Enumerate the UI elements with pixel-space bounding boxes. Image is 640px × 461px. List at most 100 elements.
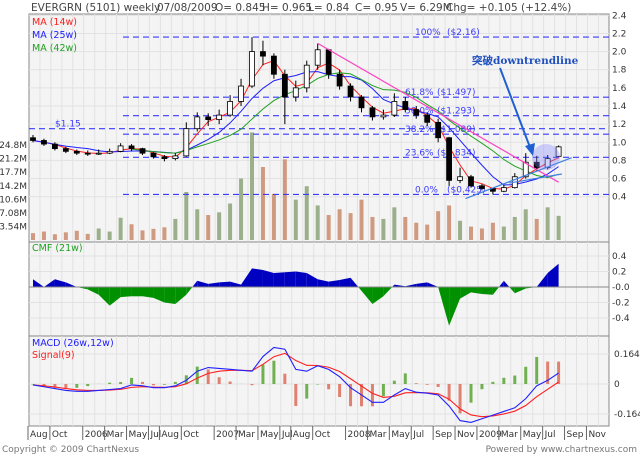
macd-histogram-bar (557, 362, 560, 384)
volume-bar (381, 219, 385, 240)
x-label: May (129, 430, 148, 440)
breakout-highlight (532, 144, 560, 170)
candle-body (425, 115, 430, 122)
candle-body (260, 52, 265, 57)
volume-tick: 7.08M (0, 209, 27, 219)
candle-body (239, 86, 244, 101)
fib-label: 23.6% (405, 148, 434, 158)
macd-histogram-bar (174, 382, 177, 384)
candle-body (359, 97, 364, 108)
volume-bar (42, 232, 46, 240)
volume-bar (491, 223, 495, 240)
macd-histogram-bar (207, 369, 210, 384)
symbol-title: EVERGRN (5101) weekly (31, 2, 160, 14)
volume-tick: 24.8M (0, 141, 27, 151)
macd-histogram-bar (119, 382, 122, 384)
price-tick: 1.0 (612, 138, 627, 148)
price-tick: 2.0 (612, 48, 627, 58)
volume-bar (261, 167, 265, 240)
volume-tick: 14.2M (0, 182, 27, 192)
macd-histogram-bar (524, 367, 527, 384)
candle-body (414, 110, 419, 115)
x-label: Aug (293, 430, 311, 440)
x-label: Oct (52, 430, 68, 440)
volume-bar (370, 217, 374, 240)
cmf-area (121, 287, 132, 297)
volume-bar (502, 227, 506, 240)
cmf-tick: 0.4 (612, 252, 627, 262)
macd-histogram-bar (152, 384, 155, 385)
volume-bar (228, 204, 232, 240)
volume-bar (141, 230, 145, 240)
volume-bar (119, 218, 123, 240)
x-label: Oct (315, 430, 331, 440)
x-label: Mar (107, 430, 124, 440)
macd-histogram-bar (371, 384, 374, 406)
volume-bar (239, 179, 243, 240)
macd-histogram-bar (535, 357, 538, 384)
macd-histogram-bar (502, 378, 505, 384)
macd-tick: 0.164 (614, 350, 640, 360)
cmf-area (164, 287, 175, 304)
date-label: 07/08/2009 (157, 2, 218, 14)
volume-bar (294, 200, 298, 240)
fib-price: ($0.834) (437, 148, 476, 158)
candle-body (96, 153, 101, 154)
legend-ma42: MA (42w) (32, 43, 77, 54)
fib-label: 38.2% (405, 125, 434, 135)
cmf-area (285, 272, 296, 288)
price-tick: 0.6 (612, 175, 627, 185)
open-label: O= 0.845 (215, 2, 265, 14)
macd-histogram-bar (130, 378, 133, 384)
candle-body (140, 149, 145, 154)
volume-tick: 17.7M (0, 168, 27, 178)
macd-histogram-bar (218, 377, 221, 384)
cmf-tick: -0.2 (612, 299, 630, 309)
volume-bar (130, 224, 134, 240)
close-label: C= 0.95 (355, 2, 398, 14)
candle-body (63, 149, 68, 152)
volume-bar (31, 233, 35, 240)
macd-histogram-bar (86, 384, 89, 386)
volume-bar (217, 212, 221, 240)
volume-bar (546, 207, 550, 240)
x-label: May (391, 430, 410, 440)
price-tick: 0.8 (612, 156, 627, 166)
volume-bar (360, 200, 364, 240)
volume-bar (184, 192, 188, 240)
fib-label: 100% (415, 28, 441, 38)
macd-histogram-bar (229, 382, 232, 384)
x-label: Jul (412, 430, 424, 440)
volume-bar (392, 207, 396, 240)
x-label: May (260, 430, 279, 440)
macd-histogram-bar (251, 384, 254, 385)
cmf-area (143, 287, 154, 298)
macd-histogram-bar (305, 384, 308, 399)
volume-bar (206, 215, 210, 240)
candle-body (479, 186, 484, 189)
volume-bar (272, 194, 276, 240)
x-label: Nov (457, 430, 475, 440)
macd-tick: -0.164 (614, 410, 640, 420)
volume-bar (447, 205, 451, 240)
candle-body (370, 108, 375, 117)
macd-histogram-bar (415, 383, 418, 384)
copyright: Copyright © 2009 ChartNexus (2, 445, 139, 455)
price-tick: 0.4 (612, 193, 627, 203)
candle-body (162, 157, 167, 159)
cmf-area (219, 282, 230, 287)
macd-title: MACD (26w,12w) (32, 338, 114, 349)
macd-histogram-bar (283, 374, 286, 384)
candle-body (206, 117, 211, 120)
volume-bar (53, 234, 57, 240)
volume-bar (469, 227, 473, 240)
macd-histogram-bar (437, 384, 440, 387)
price-tick: 2.2 (612, 29, 626, 39)
x-label: Aug (30, 430, 48, 440)
macd-histogram-bar (32, 384, 35, 385)
candle-body (85, 153, 90, 154)
candle-body (392, 101, 397, 115)
macd-histogram-bar (272, 361, 275, 384)
candle-body (326, 50, 331, 74)
macd-histogram-bar (261, 365, 264, 384)
